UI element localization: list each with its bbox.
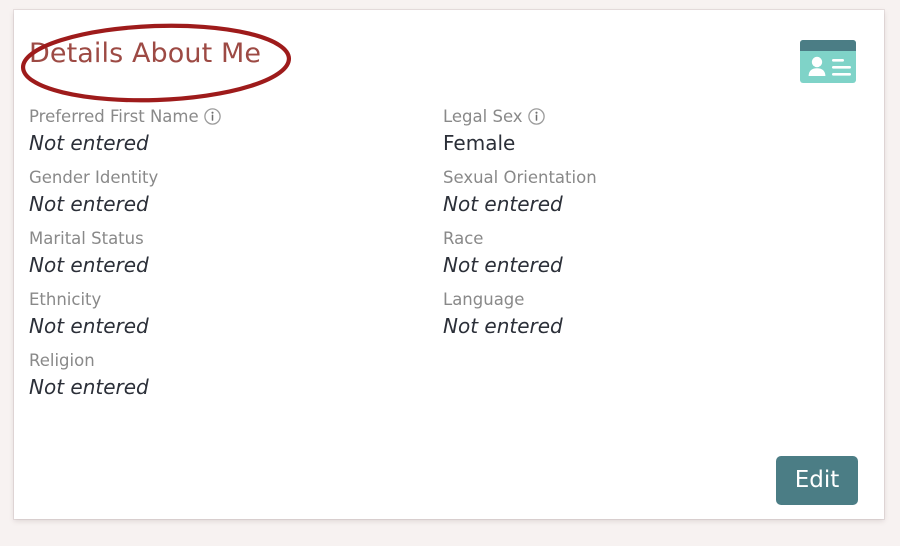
- field-value: Not entered: [29, 192, 149, 216]
- info-circle-icon[interactable]: [203, 108, 221, 125]
- field-label: Sexual Orientation: [443, 167, 843, 189]
- field-label: Religion: [29, 350, 429, 372]
- field-value: Not entered: [443, 192, 563, 216]
- field-marital-status: Marital Status Not entered: [29, 228, 429, 279]
- field-value: Female: [443, 131, 516, 155]
- field-label: Gender Identity: [29, 167, 429, 189]
- field-label-text: Ethnicity: [29, 290, 102, 309]
- field-label-text: Preferred First Name: [29, 107, 199, 126]
- field-label-text: Religion: [29, 351, 95, 370]
- field-value: Not entered: [443, 253, 563, 277]
- field-value: Not entered: [29, 131, 149, 155]
- field-sexual-orientation: Sexual Orientation Not entered: [443, 167, 843, 218]
- field-value: Not entered: [29, 314, 149, 338]
- screenshot-root: Details About Me Preferred First Name No…: [0, 0, 900, 546]
- field-legal-sex: Legal Sex Female: [443, 106, 843, 157]
- field-gender-identity: Gender Identity Not entered: [29, 167, 429, 218]
- field-value: Not entered: [29, 375, 149, 399]
- field-label: Marital Status: [29, 228, 429, 250]
- field-label-text: Gender Identity: [29, 168, 159, 187]
- field-ethnicity: Ethnicity Not entered: [29, 289, 429, 340]
- field-label: Race: [443, 228, 843, 250]
- edit-button[interactable]: Edit: [776, 456, 858, 505]
- info-circle-icon[interactable]: [527, 108, 545, 125]
- field-label: Ethnicity: [29, 289, 429, 311]
- field-label-text: Legal Sex: [443, 107, 523, 126]
- field-value: Not entered: [443, 314, 563, 338]
- field-label: Preferred First Name: [29, 106, 429, 128]
- field-label-text: Language: [443, 290, 525, 309]
- field-label: Legal Sex: [443, 106, 843, 128]
- field-language: Language Not entered: [443, 289, 843, 340]
- field-label-text: Sexual Orientation: [443, 168, 597, 187]
- field-label: Language: [443, 289, 843, 311]
- details-column-left: Preferred First Name Not entered Gender …: [29, 106, 429, 411]
- field-value: Not entered: [29, 253, 149, 277]
- field-preferred-first-name: Preferred First Name Not entered: [29, 106, 429, 157]
- id-card-icon: [800, 40, 856, 83]
- details-about-me-card: Details About Me Preferred First Name No…: [14, 10, 884, 519]
- details-column-right: Legal Sex Female Sexual Orientation Not …: [443, 106, 843, 350]
- field-race: Race Not entered: [443, 228, 843, 279]
- field-label-text: Race: [443, 229, 484, 248]
- page-title: Details About Me: [29, 38, 262, 69]
- field-label-text: Marital Status: [29, 229, 144, 248]
- field-religion: Religion Not entered: [29, 350, 429, 401]
